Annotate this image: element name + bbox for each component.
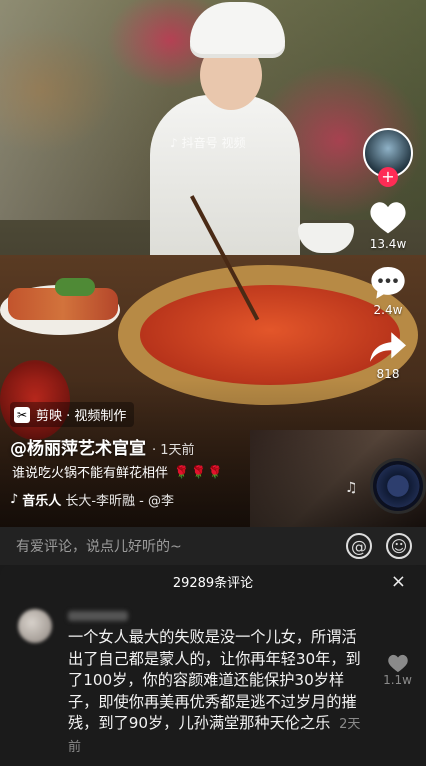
comment-like-button[interactable]: 1.1w [383, 653, 412, 687]
music-title: 长大-李昕融 - @李 [65, 494, 174, 509]
action-rail: + 13.4w 2.4w 818 [358, 128, 418, 381]
caption-text: 谁说吃火锅不能有鲜花相伴 [12, 466, 169, 481]
food-greens [55, 278, 95, 296]
capcut-logo-icon: ✂ [14, 406, 30, 423]
follow-button[interactable]: + [378, 167, 398, 187]
at-mention-icon[interactable]: @ [346, 533, 372, 559]
comment-button[interactable]: 2.4w [368, 263, 408, 317]
comment-sheet-header: 29289条评论 × [0, 565, 426, 597]
share-button[interactable]: 818 [368, 329, 408, 381]
like-button[interactable]: 13.4w [368, 199, 408, 251]
comment-count-title: 29289条评论 [172, 575, 254, 591]
music-note-icon: ♫ [345, 480, 358, 496]
music-label: 音乐人 [22, 494, 62, 509]
commenter-avatar[interactable] [18, 609, 52, 643]
comment-item: 一个女人最大的失败是没一个儿女，所谓活出了自己都是蒙人的，让你再年轻30年，到了… [0, 597, 426, 759]
comment-count: 2.4w [373, 303, 403, 317]
comment-body: 一个女人最大的失败是没一个儿女，所谓活出了自己都是蒙人的，让你再年轻30年，到了… [68, 628, 361, 733]
music-disc[interactable] [370, 458, 426, 514]
capcut-label: 剪映 · 视频制作 [36, 409, 127, 424]
heart-icon [370, 202, 406, 234]
comment-text: 一个女人最大的失败是没一个儿女，所谓活出了自己都是蒙人的，让你再年轻30年，到了… [68, 627, 366, 759]
comment-sheet: 29289条评论 × 一个女人最大的失败是没一个儿女，所谓活出了自己都是蒙人的，… [0, 565, 426, 766]
music-note-icon: ♪ [10, 492, 19, 507]
emoji-icon[interactable]: ☺ [386, 533, 412, 559]
video-caption: 谁说吃火锅不能有鲜花相伴 🌹🌹🌹 [12, 462, 225, 482]
video-frame[interactable]: ♪ 抖音号 视频 + 13.4w 2.4w 818 ♫ ✂ 剪映 · 视频制作 … [0, 0, 426, 527]
post-time: · 1天前 [152, 443, 195, 458]
close-icon[interactable]: × [391, 571, 406, 592]
share-count: 818 [376, 367, 400, 381]
author-name[interactable]: @杨丽萍艺术官宣 [10, 434, 146, 459]
small-bowl [298, 223, 354, 253]
comment-input-bar: 有爱评论，说点儿好听的~ @ ☺ [0, 527, 426, 565]
capcut-badge[interactable]: ✂ 剪映 · 视频制作 [10, 402, 135, 427]
person-figure [150, 95, 300, 265]
commenter-name[interactable] [68, 607, 366, 623]
douyin-watermark: ♪ 抖音号 视频 [170, 134, 246, 151]
like-count: 13.4w [369, 237, 407, 251]
douyin-logo-icon: ♪ [170, 135, 178, 150]
comment-input[interactable]: 有爱评论，说点儿好听的~ [16, 536, 346, 556]
music-info[interactable]: ♪ 音乐人 长大-李昕融 - @李 [10, 490, 240, 509]
comment-bubble-icon [371, 267, 405, 299]
author-row: @杨丽萍艺术官宣 · 1天前 [10, 434, 195, 459]
rose-emoji: 🌹🌹🌹 [174, 464, 225, 479]
comment-like-count: 1.1w [383, 673, 412, 687]
share-arrow-icon [370, 332, 406, 362]
watermark-text: 抖音号 视频 [181, 136, 246, 150]
heart-outline-icon [387, 654, 408, 673]
